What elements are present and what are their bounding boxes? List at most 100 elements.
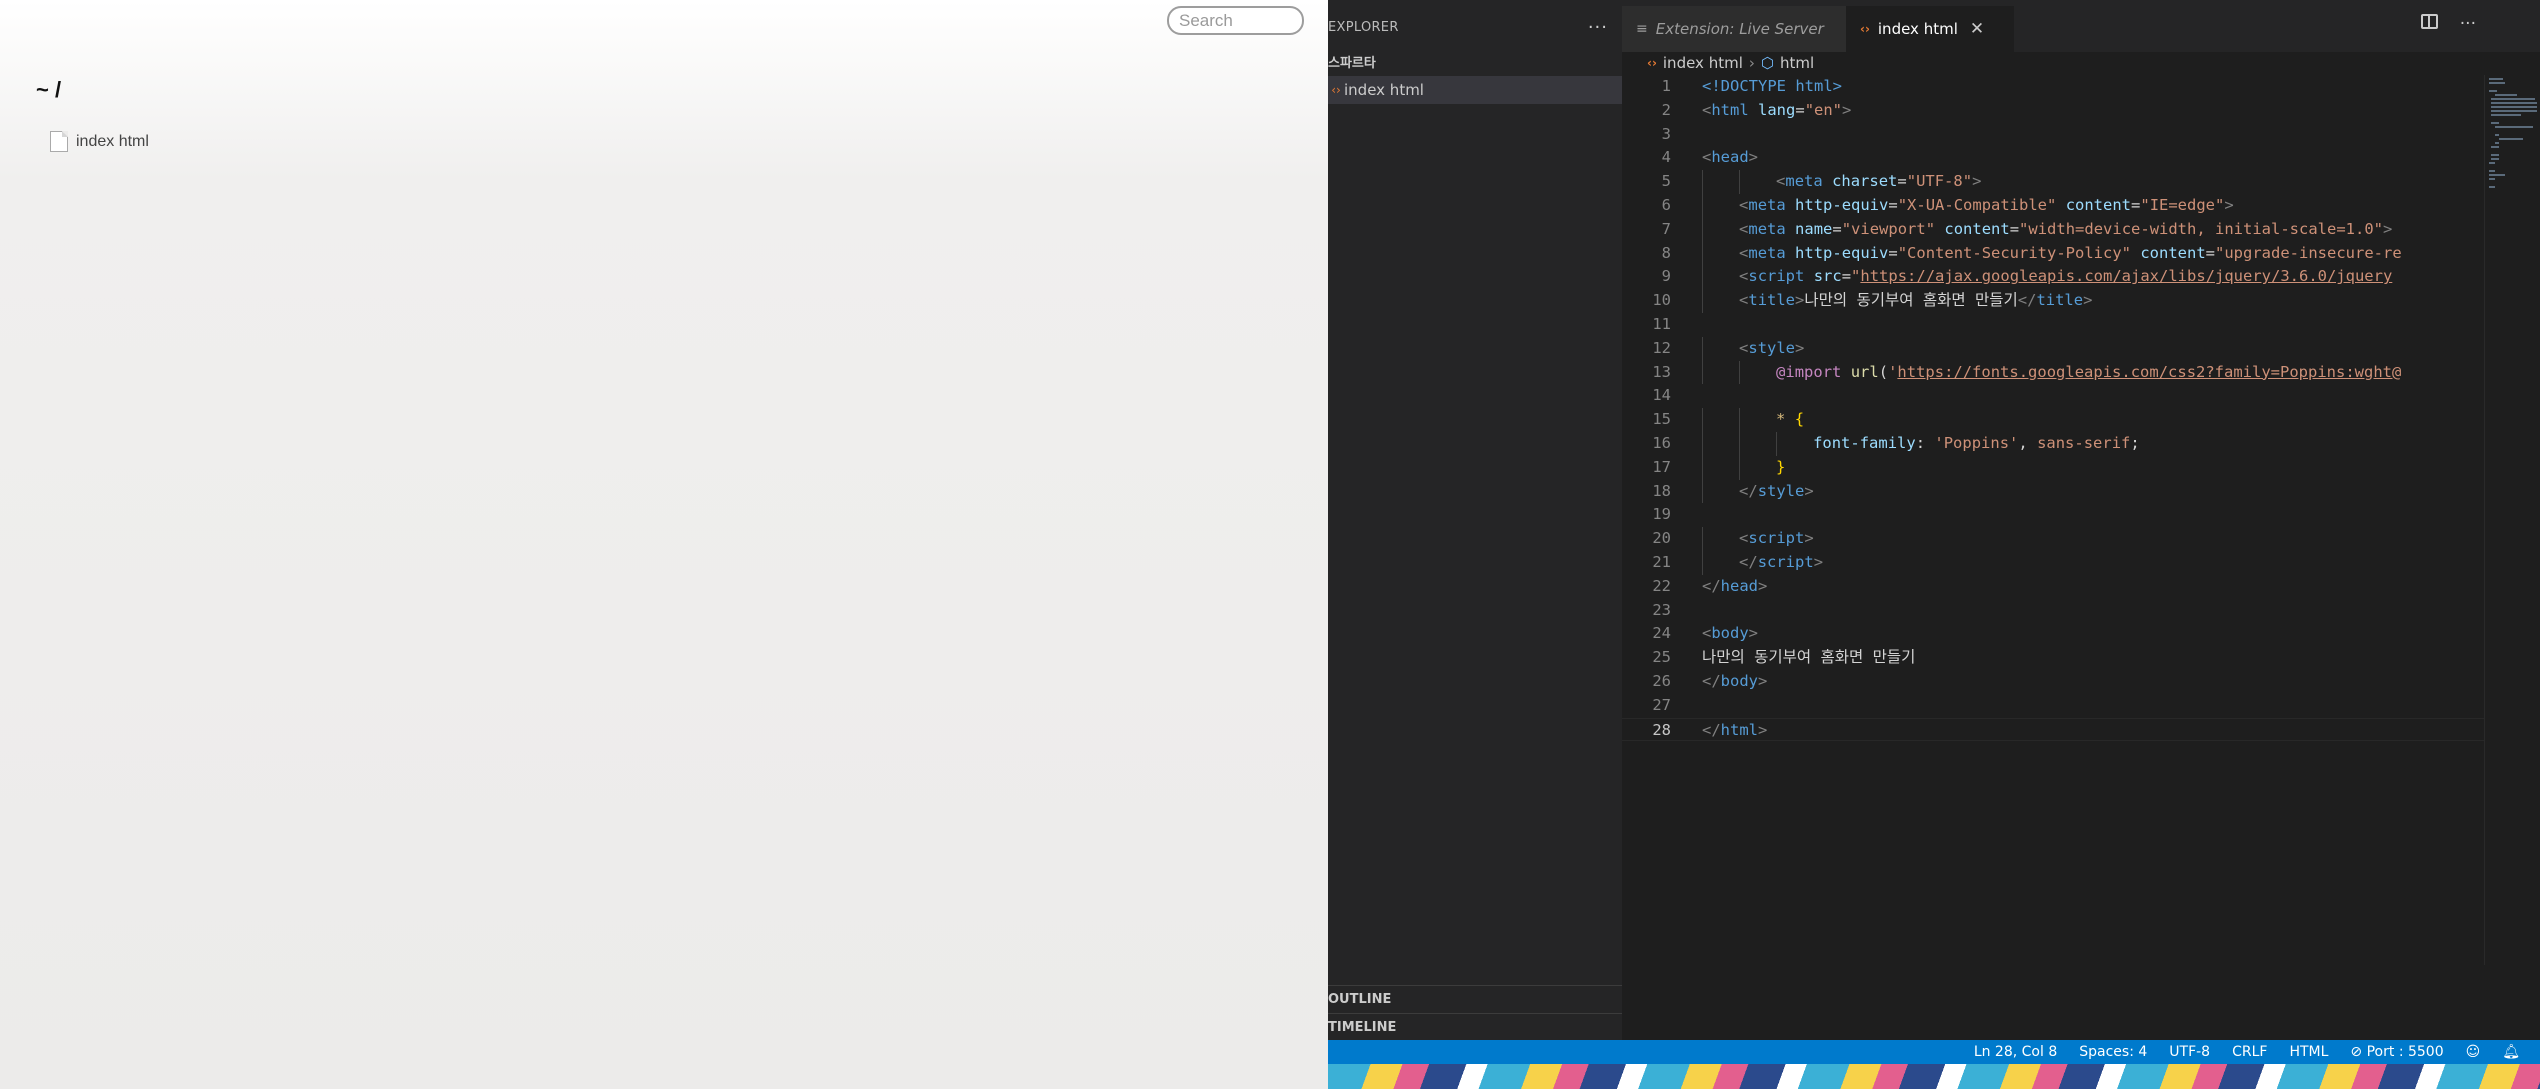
code-line[interactable]: 4 <head> bbox=[1622, 146, 2484, 170]
line-number: 16 bbox=[1652, 433, 1671, 452]
code-text: font-family: 'Poppins', sans-serif; bbox=[1702, 431, 2484, 456]
code-line[interactable]: 8 <meta http-equiv="Content-Security-Poli… bbox=[1622, 241, 2484, 266]
code-text: </html> bbox=[1702, 719, 2484, 743]
code-token: > bbox=[1748, 148, 1759, 167]
code-token: > bbox=[1842, 100, 1852, 119]
indentation-spaces[interactable]: Spaces: 4 bbox=[2079, 1044, 2147, 1060]
search-input[interactable] bbox=[1167, 6, 1304, 35]
code-line[interactable]: 16 font-family: 'Poppins', sans-serif; bbox=[1622, 431, 2484, 456]
tab-index-html[interactable]: ‹› index html ✕ bbox=[1846, 6, 2014, 52]
code-token: < bbox=[1739, 195, 1749, 214]
vscode-window: EXPLORER ··· 스파르타 ‹› index html OUTLINE … bbox=[1328, 0, 2540, 1089]
line-number: 2 bbox=[1661, 100, 1671, 119]
end-of-line[interactable]: CRLF bbox=[2232, 1044, 2267, 1060]
code-line[interactable]: 19 bbox=[1622, 503, 2484, 527]
code-line[interactable]: 10 <title>나만의 동기부여 홈화면 만들기</title> bbox=[1622, 289, 2484, 313]
language-mode[interactable]: HTML bbox=[2289, 1044, 2328, 1060]
code-token: "en" bbox=[1804, 100, 1843, 119]
code-line[interactable]: 5 <meta charset="UTF-8"> bbox=[1622, 170, 2484, 194]
code-text: <meta http-equiv="Content-Security-Polic… bbox=[1702, 241, 2484, 266]
code-token: "viewport" bbox=[1841, 219, 1936, 238]
code-line[interactable]: 20 <script> bbox=[1622, 527, 2484, 551]
more-actions-icon[interactable]: ··· bbox=[2460, 14, 2476, 34]
cursor-position[interactable]: Ln 28, Col 8 bbox=[1974, 1044, 2057, 1060]
code-token: </ bbox=[1702, 576, 1721, 595]
feedback-icon[interactable]: ☺ bbox=[2466, 1044, 2481, 1060]
code-token: "X-UA-Compatible" bbox=[1897, 195, 2057, 214]
code-text: * { bbox=[1702, 408, 2484, 432]
code-line[interactable]: 18 </style> bbox=[1622, 479, 2484, 504]
code-token: script bbox=[1748, 267, 1805, 286]
breadcrumb-file[interactable]: index html bbox=[1663, 54, 1743, 72]
code-text: <head> bbox=[1702, 146, 2484, 170]
code-token: , bbox=[2018, 433, 2038, 452]
code-token: > bbox=[1832, 77, 1842, 95]
split-editor-icon[interactable] bbox=[2420, 14, 2438, 29]
code-token: > bbox=[2224, 195, 2234, 214]
line-number: 9 bbox=[1661, 267, 1671, 286]
tab-extension-live-server[interactable]: ≡ Extension: Live Server bbox=[1622, 6, 1846, 52]
line-number: 13 bbox=[1652, 362, 1671, 381]
code-token: lang bbox=[1758, 100, 1796, 119]
breadcrumb-symbol[interactable]: html bbox=[1780, 54, 1814, 72]
code-text: </style> bbox=[1702, 479, 2484, 504]
code-line[interactable]: 13 @import url('https://fonts.googleapis.… bbox=[1622, 360, 2484, 385]
code-token: * bbox=[1776, 410, 1786, 429]
line-number: 11 bbox=[1652, 314, 1671, 333]
close-icon[interactable]: ✕ bbox=[1970, 19, 1984, 39]
code-line[interactable]: 1 <!DOCTYPE html> bbox=[1622, 75, 2484, 99]
code-line[interactable]: 17} bbox=[1622, 455, 2484, 480]
tree-item-index-html[interactable]: ‹› index html bbox=[1328, 76, 1622, 104]
code-token: meta bbox=[1748, 219, 1786, 238]
code-line[interactable]: 14 bbox=[1622, 384, 2484, 408]
timeline-panel-header[interactable]: TIMELINE bbox=[1328, 1013, 1622, 1040]
code-line[interactable]: 25 나만의 동기부여 홈화면 만들기 bbox=[1622, 646, 2484, 670]
line-number: 28 bbox=[1652, 720, 1671, 739]
code-line[interactable]: 2 <html lang="en"> bbox=[1622, 99, 2484, 123]
line-number: 15 bbox=[1652, 410, 1671, 429]
code-token: "width=device-width, initial-scale=1.0" bbox=[2019, 219, 2383, 238]
code-line[interactable]: 12 <style> bbox=[1622, 336, 2484, 361]
code-line[interactable]: 23 bbox=[1622, 599, 2484, 623]
code-line[interactable]: 26 </body> bbox=[1622, 670, 2484, 694]
file-link-index-html[interactable]: index html bbox=[50, 131, 149, 152]
code-token: > bbox=[2383, 219, 2393, 238]
code-line[interactable]: 24 <body> bbox=[1622, 622, 2484, 646]
code-token: script bbox=[1757, 552, 1814, 571]
bell-icon[interactable]: 🔔︎ bbox=[2502, 1044, 2520, 1060]
line-number: 25 bbox=[1652, 648, 1671, 667]
live-server-port: Port : 5500 bbox=[2366, 1044, 2444, 1060]
code-text: </script> bbox=[1702, 550, 2484, 575]
line-number: 23 bbox=[1652, 600, 1671, 619]
code-token: charset bbox=[1832, 172, 1898, 191]
code-token: > bbox=[2083, 291, 2093, 310]
live-server-port-status[interactable]: ⊘ Port : 5500 bbox=[2350, 1044, 2443, 1060]
code-token: = bbox=[2131, 195, 2141, 214]
folder-name[interactable]: 스파르타 bbox=[1328, 52, 1376, 71]
code-line[interactable]: 3 bbox=[1622, 123, 2484, 147]
more-actions-icon[interactable]: ··· bbox=[1588, 17, 1608, 38]
line-number: 21 bbox=[1652, 552, 1671, 571]
code-line[interactable]: 27 bbox=[1622, 694, 2484, 718]
code-line[interactable]: 28 </html> bbox=[1622, 717, 2484, 743]
code-line[interactable]: 6 <meta http-equiv="X-UA-Compatible" cont… bbox=[1622, 193, 2484, 218]
code-editor[interactable]: 1 <!DOCTYPE html> 2 <html lang="en"> 3 4 <head… bbox=[1622, 75, 2484, 743]
outline-panel-header[interactable]: OUTLINE bbox=[1328, 985, 1622, 1012]
code-line[interactable]: 21 </script> bbox=[1622, 550, 2484, 575]
code-line[interactable]: 15 * { bbox=[1622, 408, 2484, 432]
file-encoding[interactable]: UTF-8 bbox=[2169, 1044, 2210, 1060]
code-line[interactable]: 22 </head> bbox=[1622, 575, 2484, 599]
editor-area: ≡ Extension: Live Server ‹› index html ✕… bbox=[1622, 0, 2540, 1040]
file-link-label[interactable]: index html bbox=[76, 133, 149, 151]
code-line[interactable]: 11 bbox=[1622, 313, 2484, 337]
code-line[interactable]: 7 <meta name="viewport" content="width=de… bbox=[1622, 217, 2484, 242]
code-token: font-family bbox=[1813, 433, 1916, 452]
minimap[interactable] bbox=[2484, 75, 2540, 965]
code-token: : bbox=[1915, 433, 1935, 452]
code-line[interactable]: 9 <script src="https://ajax.googleapis.co… bbox=[1622, 265, 2484, 290]
